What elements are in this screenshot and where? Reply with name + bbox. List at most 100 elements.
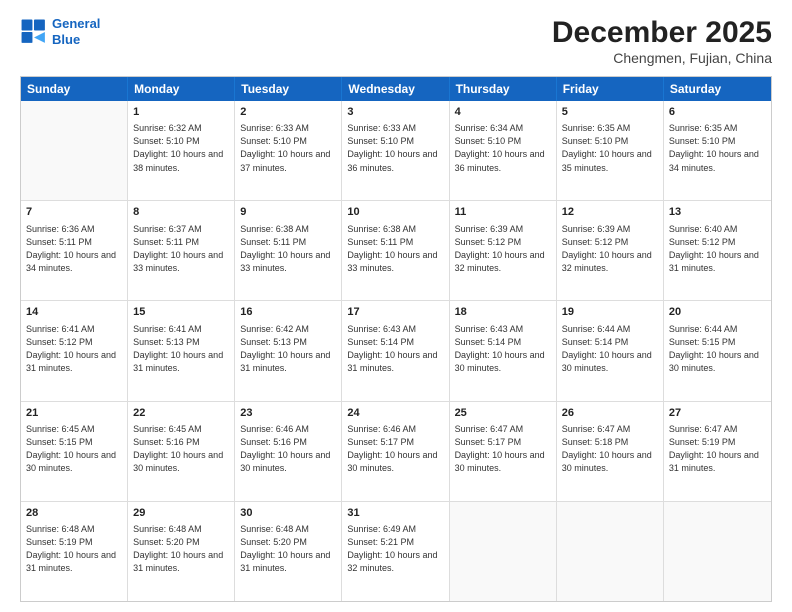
location: Chengmen, Fujian, China bbox=[552, 50, 772, 66]
sun-info: Sunrise: 6:34 AM Sunset: 5:10 PM Dayligh… bbox=[455, 122, 551, 174]
calendar-cell: 13 Sunrise: 6:40 AM Sunset: 5:12 PM Dayli… bbox=[664, 201, 771, 300]
day-number: 2 bbox=[240, 105, 336, 120]
header-day-friday: Friday bbox=[557, 77, 664, 101]
sun-info: Sunrise: 6:43 AM Sunset: 5:14 PM Dayligh… bbox=[455, 323, 551, 375]
calendar-cell: 22Sunrise: 6:45 AM Sunset: 5:16 PM Dayli… bbox=[128, 402, 235, 501]
calendar: SundayMondayTuesdayWednesdayThursdayFrid… bbox=[20, 76, 772, 602]
day-number: 31 bbox=[347, 506, 443, 521]
day-number: 20 bbox=[669, 305, 766, 320]
header: General Blue December 2025 Chengmen, Fuj… bbox=[20, 16, 772, 66]
day-number: 28 bbox=[26, 506, 122, 521]
calendar-cell: 5 Sunrise: 6:35 AM Sunset: 5:10 PM Daylig… bbox=[557, 101, 664, 200]
month-year: December 2025 bbox=[552, 16, 772, 50]
day-number: 26 bbox=[562, 406, 658, 421]
day-number: 18 bbox=[455, 305, 551, 320]
day-number: 9 bbox=[240, 205, 336, 220]
day-number: 23 bbox=[240, 406, 336, 421]
calendar-cell: 29Sunrise: 6:48 AM Sunset: 5:20 PM Dayli… bbox=[128, 502, 235, 601]
calendar-cell: 24 Sunrise: 6:46 AM Sunset: 5:17 PM Dayli… bbox=[342, 402, 449, 501]
day-number: 16 bbox=[240, 305, 336, 320]
calendar-cell bbox=[450, 502, 557, 601]
day-number: 5 bbox=[562, 105, 658, 120]
sun-info: Sunrise: 6:40 AM Sunset: 5:12 PM Dayligh… bbox=[669, 223, 766, 275]
sun-info: Sunrise: 6:46 AM Sunset: 5:16 PM Dayligh… bbox=[240, 423, 336, 475]
calendar-week-3: 14 Sunrise: 6:41 AM Sunset: 5:12 PM Dayli… bbox=[21, 301, 771, 401]
calendar-cell: 30Sunrise: 6:48 AM Sunset: 5:20 PM Dayli… bbox=[235, 502, 342, 601]
sun-info: Sunrise: 6:33 AM Sunset: 5:10 PM Dayligh… bbox=[347, 122, 443, 174]
calendar-week-1: 1 Sunrise: 6:32 AM Sunset: 5:10 PM Daylig… bbox=[21, 101, 771, 201]
calendar-cell: 10Sunrise: 6:38 AM Sunset: 5:11 PM Dayli… bbox=[342, 201, 449, 300]
calendar-cell: 3 Sunrise: 6:33 AM Sunset: 5:10 PM Daylig… bbox=[342, 101, 449, 200]
calendar-cell: 26 Sunrise: 6:47 AM Sunset: 5:18 PM Dayli… bbox=[557, 402, 664, 501]
calendar-cell: 17 Sunrise: 6:43 AM Sunset: 5:14 PM Dayli… bbox=[342, 301, 449, 400]
day-number: 19 bbox=[562, 305, 658, 320]
sun-info: Sunrise: 6:35 AM Sunset: 5:10 PM Dayligh… bbox=[562, 122, 658, 174]
calendar-page: General Blue December 2025 Chengmen, Fuj… bbox=[0, 0, 792, 612]
sun-info: Sunrise: 6:39 AM Sunset: 5:12 PM Dayligh… bbox=[455, 223, 551, 275]
calendar-cell: 25 Sunrise: 6:47 AM Sunset: 5:17 PM Dayli… bbox=[450, 402, 557, 501]
calendar-week-2: 7Sunrise: 6:36 AM Sunset: 5:11 PM Daylig… bbox=[21, 201, 771, 301]
day-number: 21 bbox=[26, 406, 122, 421]
day-number: 13 bbox=[669, 205, 766, 220]
calendar-cell: 11 Sunrise: 6:39 AM Sunset: 5:12 PM Dayli… bbox=[450, 201, 557, 300]
day-number: 25 bbox=[455, 406, 551, 421]
sun-info: Sunrise: 6:36 AM Sunset: 5:11 PM Dayligh… bbox=[26, 223, 122, 275]
sun-info: Sunrise: 6:45 AM Sunset: 5:15 PM Dayligh… bbox=[26, 423, 122, 475]
title-block: December 2025 Chengmen, Fujian, China bbox=[552, 16, 772, 66]
calendar-cell: 6 Sunrise: 6:35 AM Sunset: 5:10 PM Daylig… bbox=[664, 101, 771, 200]
sun-info: Sunrise: 6:46 AM Sunset: 5:17 PM Dayligh… bbox=[347, 423, 443, 475]
day-number: 6 bbox=[669, 105, 766, 120]
day-number: 3 bbox=[347, 105, 443, 120]
day-number: 14 bbox=[26, 305, 122, 320]
calendar-cell: 7Sunrise: 6:36 AM Sunset: 5:11 PM Daylig… bbox=[21, 201, 128, 300]
calendar-body: 1 Sunrise: 6:32 AM Sunset: 5:10 PM Daylig… bbox=[21, 101, 771, 601]
day-number: 27 bbox=[669, 406, 766, 421]
sun-info: Sunrise: 6:42 AM Sunset: 5:13 PM Dayligh… bbox=[240, 323, 336, 375]
sun-info: Sunrise: 6:47 AM Sunset: 5:18 PM Dayligh… bbox=[562, 423, 658, 475]
sun-info: Sunrise: 6:35 AM Sunset: 5:10 PM Dayligh… bbox=[669, 122, 766, 174]
calendar-cell: 4 Sunrise: 6:34 AM Sunset: 5:10 PM Daylig… bbox=[450, 101, 557, 200]
header-day-monday: Monday bbox=[128, 77, 235, 101]
sun-info: Sunrise: 6:38 AM Sunset: 5:11 PM Dayligh… bbox=[240, 223, 336, 275]
day-number: 11 bbox=[455, 205, 551, 220]
logo: General Blue bbox=[20, 16, 100, 47]
calendar-cell: 19 Sunrise: 6:44 AM Sunset: 5:14 PM Dayli… bbox=[557, 301, 664, 400]
sun-info: Sunrise: 6:49 AM Sunset: 5:21 PM Dayligh… bbox=[347, 523, 443, 575]
day-number: 29 bbox=[133, 506, 229, 521]
sun-info: Sunrise: 6:41 AM Sunset: 5:13 PM Dayligh… bbox=[133, 323, 229, 375]
logo-text: General Blue bbox=[52, 16, 100, 47]
day-number: 8 bbox=[133, 205, 229, 220]
calendar-header: SundayMondayTuesdayWednesdayThursdayFrid… bbox=[21, 77, 771, 101]
calendar-cell: 31 Sunrise: 6:49 AM Sunset: 5:21 PM Dayli… bbox=[342, 502, 449, 601]
sun-info: Sunrise: 6:39 AM Sunset: 5:12 PM Dayligh… bbox=[562, 223, 658, 275]
day-number: 1 bbox=[133, 105, 229, 120]
sun-info: Sunrise: 6:41 AM Sunset: 5:12 PM Dayligh… bbox=[26, 323, 122, 375]
calendar-week-4: 21 Sunrise: 6:45 AM Sunset: 5:15 PM Dayli… bbox=[21, 402, 771, 502]
calendar-cell: 8Sunrise: 6:37 AM Sunset: 5:11 PM Daylig… bbox=[128, 201, 235, 300]
day-number: 15 bbox=[133, 305, 229, 320]
day-number: 4 bbox=[455, 105, 551, 120]
sun-info: Sunrise: 6:32 AM Sunset: 5:10 PM Dayligh… bbox=[133, 122, 229, 174]
sun-info: Sunrise: 6:44 AM Sunset: 5:14 PM Dayligh… bbox=[562, 323, 658, 375]
calendar-cell: 1 Sunrise: 6:32 AM Sunset: 5:10 PM Daylig… bbox=[128, 101, 235, 200]
day-number: 10 bbox=[347, 205, 443, 220]
day-number: 12 bbox=[562, 205, 658, 220]
calendar-cell: 9 Sunrise: 6:38 AM Sunset: 5:11 PM Daylig… bbox=[235, 201, 342, 300]
day-number: 22 bbox=[133, 406, 229, 421]
calendar-cell: 23 Sunrise: 6:46 AM Sunset: 5:16 PM Dayli… bbox=[235, 402, 342, 501]
header-day-saturday: Saturday bbox=[664, 77, 771, 101]
calendar-cell: 18 Sunrise: 6:43 AM Sunset: 5:14 PM Dayli… bbox=[450, 301, 557, 400]
sun-info: Sunrise: 6:47 AM Sunset: 5:17 PM Dayligh… bbox=[455, 423, 551, 475]
logo-icon bbox=[20, 18, 48, 46]
sun-info: Sunrise: 6:43 AM Sunset: 5:14 PM Dayligh… bbox=[347, 323, 443, 375]
calendar-cell: 14 Sunrise: 6:41 AM Sunset: 5:12 PM Dayli… bbox=[21, 301, 128, 400]
header-day-sunday: Sunday bbox=[21, 77, 128, 101]
calendar-cell: 27 Sunrise: 6:47 AM Sunset: 5:19 PM Dayli… bbox=[664, 402, 771, 501]
calendar-cell: 2Sunrise: 6:33 AM Sunset: 5:10 PM Daylig… bbox=[235, 101, 342, 200]
calendar-cell: 28Sunrise: 6:48 AM Sunset: 5:19 PM Dayli… bbox=[21, 502, 128, 601]
day-number: 24 bbox=[347, 406, 443, 421]
day-number: 17 bbox=[347, 305, 443, 320]
sun-info: Sunrise: 6:47 AM Sunset: 5:19 PM Dayligh… bbox=[669, 423, 766, 475]
calendar-cell bbox=[557, 502, 664, 601]
header-day-tuesday: Tuesday bbox=[235, 77, 342, 101]
